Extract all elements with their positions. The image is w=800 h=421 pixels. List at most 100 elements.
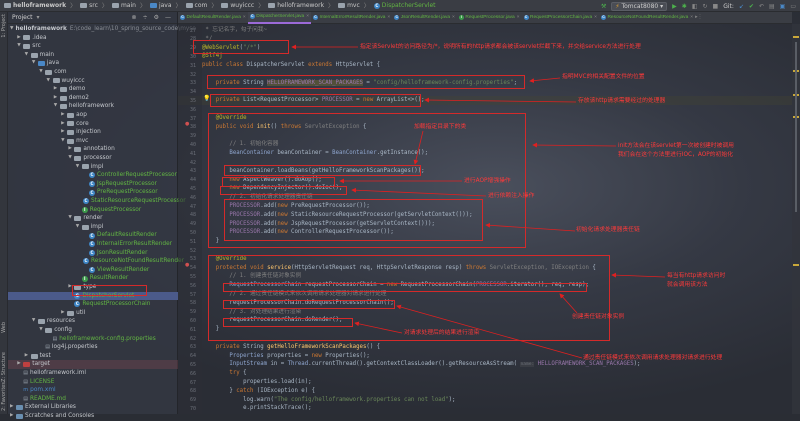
gear-icon[interactable]: ⚙ [154, 14, 159, 21]
tree-item[interactable]: ▶ demo2 [8, 94, 178, 103]
tree-item[interactable]: C ResourceNotFoundResultRender [8, 257, 184, 266]
breadcrumb-item[interactable]: helloframework 〉 [4, 1, 76, 10]
chevron-down-icon[interactable]: ▼ [54, 102, 60, 111]
tree-item[interactable]: C ControllerRequestProcessor [8, 171, 178, 180]
tree-item[interactable]: C DefaultResultRender [8, 231, 178, 240]
tree-item[interactable]: ▤ log4j.properties [8, 343, 178, 352]
tree-item[interactable]: ▶ demo [8, 85, 178, 94]
tab-requestprocessorchain[interactable]: C RequestProcessorChain.java × [522, 12, 599, 24]
tree-item[interactable]: ▼ helloframework E:\code_learn\10_spring_s… [8, 25, 196, 34]
tree-item[interactable]: ▶ Scratches and Consoles [8, 412, 178, 421]
chevron-down-icon[interactable]: ▼ [10, 25, 13, 34]
profile-icon[interactable]: ↻ [702, 3, 707, 10]
breadcrumb-item[interactable]: com 〉 [185, 1, 217, 10]
breadcrumb-item[interactable]: wuyiccc 〉 [221, 1, 264, 10]
tree-item[interactable]: ▶ target [8, 360, 178, 369]
close-icon[interactable]: × [306, 14, 309, 19]
chevron-down-icon[interactable]: ▼ [76, 223, 82, 232]
scrollbar-thumb[interactable] [795, 42, 797, 212]
tree-item[interactable]: ▶ injection [8, 128, 178, 137]
tree-item[interactable]: ▤ helloframework.iml [8, 369, 178, 378]
project-tool-tab[interactable]: 1: Project [1, 14, 7, 38]
tree-item[interactable]: ▼ mvc [8, 137, 178, 146]
tree-item[interactable]: ▶ .idea [8, 34, 178, 43]
tree-item[interactable]: ▼ java [8, 59, 178, 68]
debug-icon[interactable]: ✱ [682, 3, 687, 10]
git-commit-icon[interactable]: ✔ [749, 3, 754, 10]
tab-overflow-icon[interactable]: ▸⋮ [695, 15, 702, 20]
close-icon[interactable]: × [452, 15, 455, 20]
chevron-right-icon[interactable]: ▶ [25, 352, 31, 361]
collapse-icon[interactable]: ÷ [143, 14, 148, 21]
tree-item[interactable]: ▤ LICENSE [8, 378, 178, 387]
locate-icon[interactable]: ⊗ [132, 14, 137, 21]
tab-internalerrorresultrender[interactable]: C InternalErrorResultRender.java × [311, 12, 392, 24]
chevron-down-icon[interactable]: ▼ [32, 59, 38, 68]
tree-item[interactable]: ▼ main [8, 51, 178, 60]
breadcrumb-item[interactable]: src 〉 [80, 1, 108, 10]
build-icon[interactable]: ⚒ [601, 3, 606, 10]
tree-item[interactable]: ▤ README.md [8, 395, 178, 404]
tree-item[interactable]: m pom.xml [8, 386, 178, 395]
tree-item[interactable]: ▶ External Libraries [8, 403, 178, 412]
tree-item[interactable]: ▶ util [8, 309, 178, 318]
chevron-down-icon[interactable]: ▼ [32, 317, 38, 326]
tree-item[interactable]: I RequestProcessor [8, 206, 178, 215]
tree-item[interactable]: ▼ resources [8, 317, 178, 326]
tree-item[interactable]: ▼ com [8, 68, 178, 77]
chevron-down-icon[interactable]: ▼ [76, 163, 82, 172]
tree-item[interactable]: ▼ impl [8, 223, 178, 232]
tree-item[interactable]: C StaticResourceRequestProcessor [8, 197, 186, 206]
override-marker-icon[interactable]: ● [185, 121, 189, 127]
translate-icon[interactable]: ▣ [780, 3, 786, 10]
close-icon[interactable]: × [594, 15, 597, 20]
structure-tool-tab[interactable]: Z: Structure [1, 352, 7, 382]
tab-dispatcherservlet[interactable]: C DispatcherServlet.java × [247, 11, 312, 24]
tree-item[interactable]: ▤ helloframework-config.properties [8, 335, 178, 344]
undo-icon[interactable]: ↶ [759, 3, 764, 10]
coverage-icon[interactable]: ◧ [692, 3, 698, 10]
tree-item[interactable]: C InternalErrorResultRender [8, 240, 178, 249]
breadcrumb-item[interactable]: java 〉 [149, 1, 182, 10]
hide-icon[interactable]: — [165, 14, 171, 21]
tree-item[interactable]: I ResultRender [8, 274, 178, 283]
project-title[interactable]: Project [12, 14, 33, 21]
tree-item[interactable]: ▼ config [8, 326, 178, 335]
tree-item[interactable]: ▶ aop [8, 111, 178, 120]
tree-item[interactable]: C ViewResultRender [8, 266, 178, 275]
tree-item[interactable]: C RequestProcessorChain [8, 300, 178, 309]
close-icon[interactable]: × [387, 15, 390, 20]
tree-item[interactable]: ▼ processor [8, 154, 178, 163]
tree-item[interactable]: ▶ test [8, 352, 178, 361]
tab-defaultresultrender[interactable]: C DefaultResultRender.java × [178, 12, 248, 24]
project-structure-icon[interactable]: ▤ [769, 3, 775, 10]
stop-icon[interactable]: ■ [713, 3, 719, 10]
tree-item[interactable]: ▼ render [8, 214, 178, 223]
override-marker-icon[interactable]: ● [185, 262, 189, 268]
tab-resourcenotfoundresultrender[interactable]: C ResourceNotFoundResultRender.java × [599, 12, 695, 24]
tab-jsonresultrender[interactable]: C JsonResultRender.java × [392, 12, 457, 24]
tree-item[interactable]: C PreRequestProcessor [8, 188, 178, 197]
terminal-icon[interactable]: ▭ [790, 3, 796, 10]
chevron-right-icon[interactable]: ▶ [54, 94, 60, 103]
favorites-tool-tab[interactable]: 2: Favorites [1, 382, 7, 411]
editor-scrollbar[interactable] [792, 24, 800, 414]
breadcrumb-item[interactable]: mvc 〉 [338, 1, 370, 10]
close-icon[interactable]: × [243, 15, 246, 20]
chevron-down-icon[interactable]: ▼ [47, 77, 53, 86]
tree-item[interactable]: C JsonResultRender [8, 249, 178, 258]
tree-item[interactable]: ▼ helloframework [8, 102, 178, 111]
chevron-down-icon[interactable]: ▼ [25, 51, 31, 60]
web-tool-tab[interactable]: Web [1, 322, 7, 333]
breadcrumb-item[interactable]: helloframework 〉 [268, 1, 334, 10]
close-icon[interactable]: × [517, 15, 520, 20]
git-update-icon[interactable]: ↙ [739, 3, 744, 10]
run-icon[interactable]: ▶ [672, 3, 677, 10]
chevron-down-icon[interactable]: ▾ [37, 14, 40, 21]
tree-item[interactable]: ▶ annotation [8, 145, 178, 154]
tree-item[interactable]: C JspRequestProcessor [8, 180, 178, 189]
tree-item[interactable]: ▼ impl [8, 163, 178, 172]
run-config-select[interactable]: ⚡ Tomcat8080 ▾ [611, 1, 668, 11]
breadcrumb-item[interactable]: main 〉 [111, 1, 146, 10]
close-icon[interactable]: × [690, 15, 693, 20]
